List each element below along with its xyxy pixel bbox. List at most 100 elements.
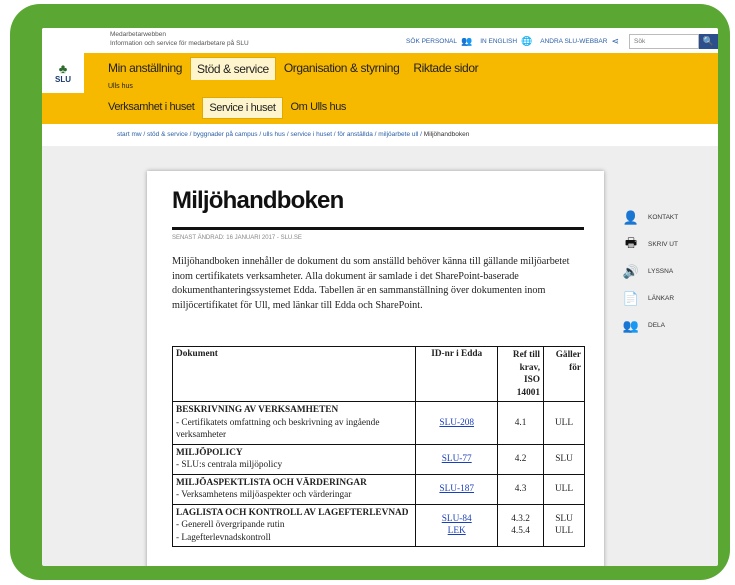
slu-logo[interactable]: ♣ SLU (42, 53, 84, 93)
tool-lankar[interactable]: 📄 LÄNKAR (620, 285, 678, 312)
site-name[interactable]: Medarbetarwebben Information och service… (110, 31, 249, 48)
section-label[interactable]: Ulls hus (108, 83, 133, 90)
people-icon: 👥 (460, 36, 473, 46)
utility-link-sok-personal[interactable]: SÖK PERSONAL 👥 (406, 36, 472, 47)
logo-text: SLU (55, 75, 71, 84)
tool-label: KONTAKT (648, 214, 679, 221)
document-item: - Lagefterlevnadskontroll (176, 532, 271, 543)
document-item: - Generell övergripande rutin (176, 520, 285, 530)
subnav-item-service[interactable]: Service i huset (202, 97, 283, 119)
document-item: - SLU:s centrala miljöpolicy (176, 460, 283, 470)
table-cell-applies: SLU ULL (543, 503, 585, 547)
page-tools: 👤 KONTAKT 🖶 SKRIV UT 🔊 LYSSNA 📄 LÄNKAR 👥… (620, 204, 678, 339)
search-input[interactable] (629, 34, 699, 49)
table-cell-document: BESKRIVNING AV VERKSAMHETEN - Certifikat… (171, 401, 417, 445)
tool-label: LYSSNA (648, 268, 674, 275)
breadcrumb-link[interactable]: service i huset (290, 131, 332, 138)
table-cell-document: LAGLISTA OCH KONTROLL AV LAGEFTERLEVNAD … (171, 503, 417, 547)
nav-item-riktade-sidor[interactable]: Riktade sidor (407, 57, 484, 80)
table-cell-id: SLU-84 LEK (415, 503, 499, 547)
intro-text: Miljöhandboken innehåller de dokument du… (172, 256, 570, 311)
edda-link[interactable]: SLU-77 (442, 454, 472, 464)
utility-links: SÖK PERSONAL 👥 IN ENGLISH 🌐 ANDRA SLU-WE… (398, 34, 718, 49)
edda-link[interactable]: SLU-208 (439, 418, 474, 428)
tool-dela[interactable]: 👥 DELA (620, 312, 678, 339)
applies-value: SLU (555, 513, 573, 524)
main-navigation: ♣ SLU Min anställning Stöd & service Org… (42, 53, 718, 124)
primary-nav: Min anställning Stöd & service Organisat… (102, 57, 486, 80)
print-icon: 🖶 (624, 234, 638, 250)
col-header-ref: Ref till krav, ISO 14001 (497, 346, 545, 402)
tool-label: DELA (648, 322, 665, 329)
document-icon: 📄 (622, 290, 640, 306)
nav-item-stod-service[interactable]: Stöd & service (190, 57, 276, 80)
table-cell-id: SLU-77 (415, 443, 499, 475)
site-name-line1: Medarbetarwebben (110, 31, 167, 38)
table-cell-id: SLU-187 (415, 473, 499, 505)
utility-link-label: IN ENGLISH (480, 38, 518, 45)
tool-kontakt[interactable]: 👤 KONTAKT (620, 204, 678, 231)
breadcrumb-link[interactable]: för anställda (337, 131, 372, 138)
breadcrumb-current: Miljöhandboken (423, 131, 470, 138)
search-button[interactable]: 🔍 (699, 34, 718, 49)
breadcrumb-link[interactable]: byggnader på campus (193, 131, 257, 138)
tool-label: LÄNKAR (648, 295, 675, 302)
share-icon: ⋖ (611, 36, 619, 46)
section-title: MILJÖASPEKTLISTA OCH VÄRDERINGAR (176, 477, 367, 488)
col-header-id: ID-nr i Edda (415, 346, 499, 402)
tool-lyssna[interactable]: 🔊 LYSSNA (620, 258, 678, 285)
speaker-icon: 🔊 (622, 263, 640, 279)
documents-table: Dokument ID-nr i Edda Ref till krav, ISO… (171, 346, 585, 547)
last-updated: SENAST ÄNDRAD: 16 JANUARI 2017 - SLU.SE (172, 235, 302, 241)
search-icon: 🔍 (702, 36, 715, 46)
browser-screen: Medarbetarwebben Information och service… (42, 28, 718, 566)
article-card: Miljöhandboken SENAST ÄNDRAD: 16 JANUARI… (147, 171, 604, 566)
top-bar: Medarbetarwebben Information och service… (42, 28, 718, 53)
breadcrumb-link[interactable]: miljöarbete ull (378, 131, 418, 138)
globe-icon: 🌐 (521, 36, 533, 46)
section-title: LAGLISTA OCH KONTROLL AV LAGEFTERLEVNAD (176, 507, 409, 518)
edda-link[interactable]: SLU-187 (439, 484, 474, 494)
table-cell-applies: ULL (543, 473, 585, 505)
utility-link-label: ANDRA SLU-WEBBAR (540, 38, 608, 45)
breadcrumb-bar: start mw / stöd & service / byggnader på… (42, 124, 718, 146)
breadcrumb-link[interactable]: ulls hus (263, 131, 285, 138)
breadcrumb-link[interactable]: stöd & service (147, 131, 188, 138)
utility-link-in-english[interactable]: IN ENGLISH 🌐 (480, 36, 532, 47)
table-cell-applies: SLU (543, 443, 585, 475)
table-cell-document: MILJÖASPEKTLISTA OCH VÄRDERINGAR - Verks… (171, 473, 417, 505)
document-item: - Certifikatets omfattning och beskrivni… (176, 417, 380, 441)
applies-value: ULL (554, 526, 574, 537)
table-header-row: Dokument ID-nr i Edda Ref till krav, ISO… (171, 346, 585, 402)
nav-item-min-anstallning[interactable]: Min anställning (102, 57, 188, 80)
col-header-applies-line: Gäller (555, 350, 581, 360)
nav-item-organisation-styrning[interactable]: Organisation & styrning (278, 57, 406, 80)
document-item: - Verksamhetens miljöaspekter och värder… (176, 490, 352, 500)
section-title: BESKRIVNING AV VERKSAMHETEN (176, 405, 339, 415)
col-header-ref-line: ISO 14001 (516, 375, 541, 398)
edda-link[interactable]: LEK (419, 525, 494, 538)
table-cell-applies: ULL (543, 401, 585, 445)
tool-skriv-ut[interactable]: 🖶 SKRIV UT (620, 231, 678, 258)
table-cell-ref: 4.3.2 4.5.4 (497, 503, 545, 547)
col-header-applies-line: för (569, 362, 581, 373)
col-header-applies: Gäller för (543, 346, 585, 402)
group-icon: 👥 (622, 317, 640, 333)
person-icon: 👤 (622, 209, 640, 225)
table-cell-ref: 4.1 (497, 401, 545, 445)
edda-link[interactable]: SLU-84 (419, 513, 494, 526)
subnav-item-verksamhet[interactable]: Verksamhet i huset (102, 97, 200, 119)
table-row: BESKRIVNING AV VERKSAMHETEN - Certifikat… (171, 401, 585, 445)
secondary-nav: Verksamhet i huset Service i huset Om Ul… (102, 97, 354, 119)
tool-label: SKRIV UT (648, 241, 678, 248)
clover-icon: ♣ (58, 61, 68, 76)
table-row: MILJÖASPEKTLISTA OCH VÄRDERINGAR - Verks… (171, 473, 585, 505)
breadcrumb-link[interactable]: start mw (117, 131, 142, 138)
ref-value: 4.3.2 (511, 513, 530, 524)
utility-link-andra-slu-webbar[interactable]: ANDRA SLU-WEBBAR ⋖ (540, 36, 619, 47)
table-cell-ref: 4.3 (497, 473, 545, 505)
device-frame: Medarbetarwebben Information och service… (10, 4, 730, 580)
subnav-item-om-ulls-hus[interactable]: Om Ulls hus (285, 97, 353, 119)
breadcrumb: start mw / stöd & service / byggnader på… (117, 131, 469, 138)
col-header-ref-line: krav, (519, 362, 541, 373)
